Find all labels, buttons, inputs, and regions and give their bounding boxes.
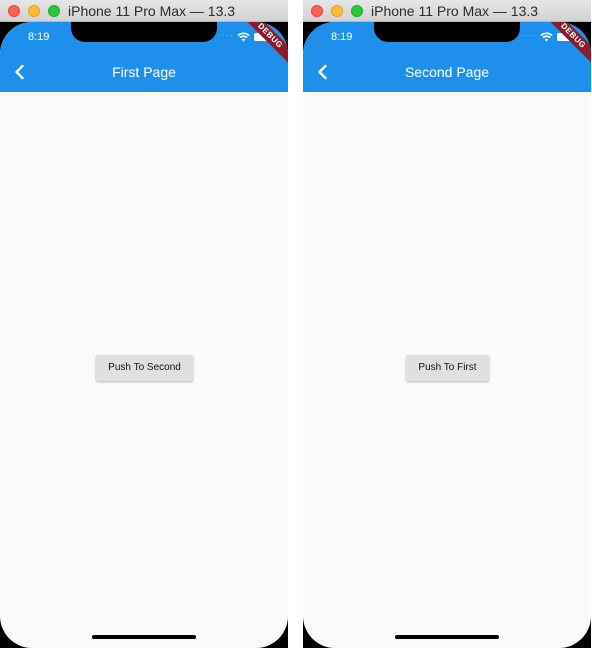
simulator-window-first: iPhone 11 Pro Max — 13.3 8:19 ···· DEBUG…	[0, 0, 288, 648]
window-titlebar: iPhone 11 Pro Max — 13.3	[303, 0, 591, 22]
minimize-window-button[interactable]	[28, 5, 40, 17]
zoom-window-button[interactable]	[351, 5, 363, 17]
phone-screen: 8:19 ···· DEBUG Second Page Push To Firs…	[303, 22, 591, 648]
simulator-window-second: iPhone 11 Pro Max — 13.3 8:19 ···· DEBUG…	[303, 0, 591, 648]
window-title: iPhone 11 Pro Max — 13.3	[371, 3, 539, 19]
app-bar: 8:19 ···· DEBUG First Page	[0, 22, 288, 92]
close-window-button[interactable]	[8, 5, 20, 17]
home-indicator[interactable]	[395, 635, 499, 639]
app-bar: 8:19 ···· DEBUG Second Page	[303, 22, 591, 92]
window-title: iPhone 11 Pro Max — 13.3	[68, 3, 236, 19]
push-to-second-button[interactable]: Push To Second	[96, 355, 193, 381]
zoom-window-button[interactable]	[48, 5, 60, 17]
home-indicator[interactable]	[92, 635, 196, 639]
signal-indicator: ····	[521, 30, 537, 40]
window-titlebar: iPhone 11 Pro Max — 13.3	[0, 0, 288, 22]
debug-banner: DEBUG	[540, 22, 591, 69]
status-time: 8:19	[331, 31, 353, 43]
page-title: Second Page	[404, 64, 490, 80]
status-time: 8:19	[28, 31, 50, 43]
wifi-icon	[237, 32, 250, 42]
page-title: First Page	[112, 64, 176, 80]
close-window-button[interactable]	[311, 5, 323, 17]
debug-banner: DEBUG	[237, 22, 288, 69]
signal-indicator: ····	[218, 30, 234, 40]
device-notch	[374, 22, 520, 42]
wifi-icon	[540, 32, 553, 42]
phone-screen: 8:19 ···· DEBUG First Page Push To Secon…	[0, 22, 288, 648]
device-notch	[71, 22, 217, 42]
minimize-window-button[interactable]	[331, 5, 343, 17]
push-to-first-button[interactable]: Push To First	[406, 355, 489, 381]
